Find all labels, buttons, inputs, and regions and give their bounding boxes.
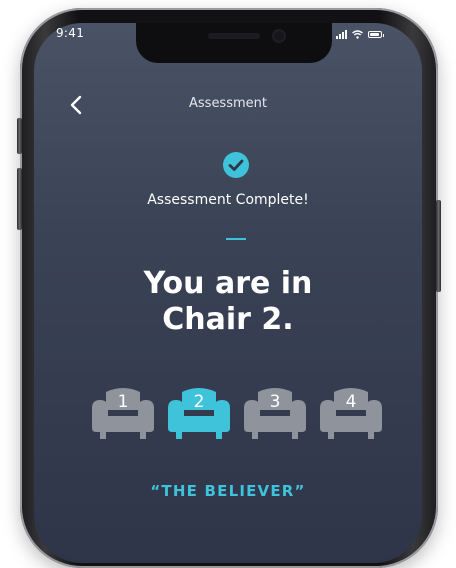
wifi-icon bbox=[352, 29, 363, 39]
mute-switch bbox=[17, 118, 22, 154]
chair-number: 3 bbox=[269, 392, 281, 412]
front-camera bbox=[274, 31, 284, 41]
status-icons bbox=[336, 28, 384, 40]
result-headline: You are in Chair 2. bbox=[0, 266, 456, 338]
signal-icon bbox=[336, 29, 347, 39]
checkmark-icon bbox=[223, 152, 249, 178]
headline-line-2: Chair 2. bbox=[162, 302, 294, 337]
battery-icon bbox=[368, 30, 384, 38]
result-tagline: “THE BELIEVER” bbox=[150, 482, 306, 500]
headline-line-1: You are in bbox=[143, 266, 313, 301]
chair-number: 4 bbox=[345, 392, 357, 412]
page-title: Assessment bbox=[189, 96, 267, 111]
accent-divider bbox=[226, 238, 246, 240]
chair-4[interactable]: 4 bbox=[318, 386, 384, 442]
assessment-complete-text: Assessment Complete! bbox=[147, 192, 309, 208]
chair-3[interactable]: 3 bbox=[242, 386, 308, 442]
speaker-grille bbox=[208, 33, 260, 39]
chair-number: 1 bbox=[117, 392, 129, 412]
notch bbox=[136, 23, 332, 63]
chair-number: 2 bbox=[193, 392, 205, 412]
chair-2[interactable]: 2 bbox=[166, 386, 232, 442]
chair-selector: 1 2 3 4 bbox=[90, 386, 386, 446]
chair-1[interactable]: 1 bbox=[90, 386, 156, 442]
status-time: 9:41 bbox=[56, 26, 85, 40]
